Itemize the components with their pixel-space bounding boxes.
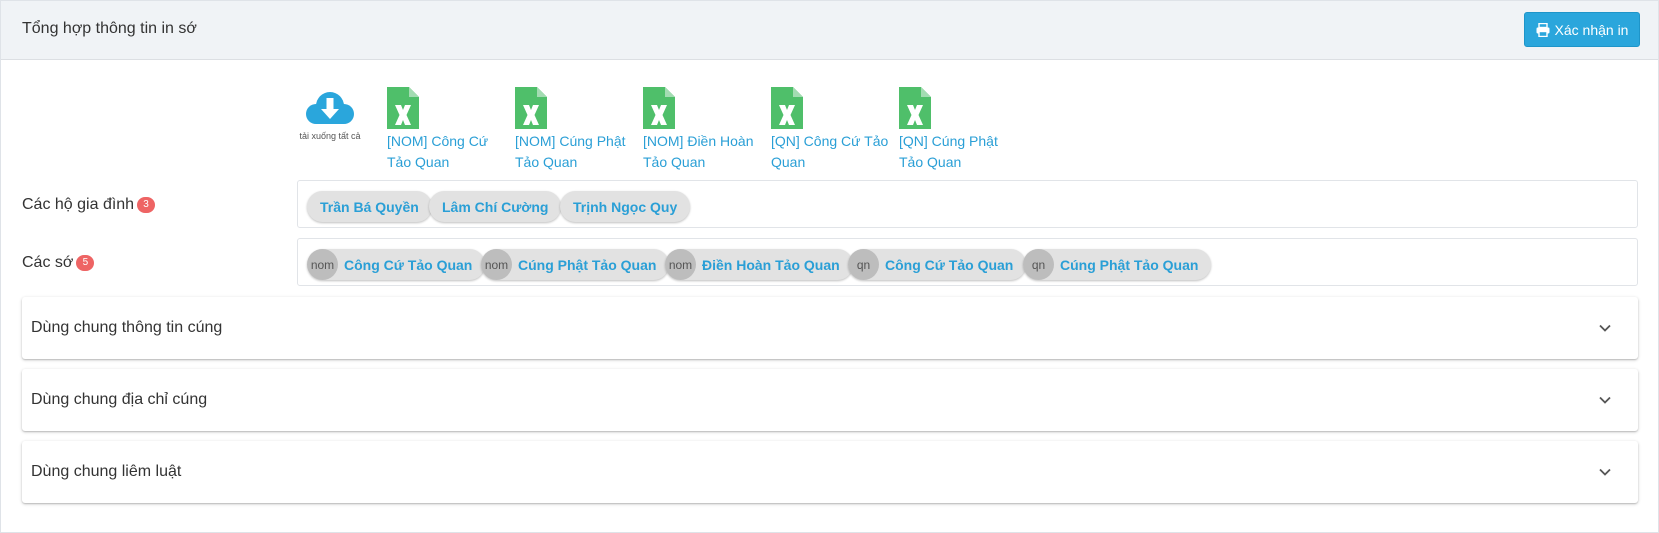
excel-file-icon — [899, 87, 1019, 129]
households-count-badge: 3 — [137, 197, 156, 213]
household-chip-label: Trần Bá Quyền — [320, 198, 419, 215]
file-label: [QN] Công Cứ Tảo Quan — [771, 133, 889, 170]
document-chip[interactable]: nom Công Cứ Tảo Quan — [307, 249, 486, 280]
document-chip[interactable]: nom Cúng Phật Tảo Quan — [481, 249, 670, 280]
document-chip-label: Cúng Phật Tảo Quan — [1060, 256, 1199, 273]
confirm-print-button[interactable]: Xác nhận in — [1524, 12, 1640, 47]
excel-file-icon — [643, 87, 763, 129]
confirm-print-label: Xác nhận in — [1554, 21, 1629, 38]
file-link-qn-cung-phat[interactable]: [QN] Cúng Phật Tảo Quan — [899, 87, 1019, 173]
file-link-nom-cong-cu[interactable]: [NOM] Công Cứ Tảo Quan — [387, 87, 507, 173]
accordion-title: Dùng chung liêm luật — [31, 463, 182, 480]
households-label-row: Các hộ gia đình 3 — [22, 196, 156, 214]
excel-file-icon — [387, 87, 507, 129]
document-chip-label: Công Cứ Tảo Quan — [344, 256, 473, 273]
household-chip[interactable]: Trịnh Ngọc Quy — [560, 191, 691, 222]
file-link-qn-cong-cu[interactable]: [QN] Công Cứ Tảo Quan — [771, 87, 891, 173]
chip-prefix-avatar: nom — [307, 249, 338, 280]
download-all-label: tải xuống tất cả — [299, 131, 361, 141]
accordion-shared-worship-info[interactable]: Dùng chung thông tin cúng — [22, 297, 1638, 359]
documents-label: Các sớ — [22, 254, 74, 271]
documents-count-badge: 5 — [76, 255, 95, 271]
chip-prefix-avatar: nom — [665, 249, 696, 280]
printer-icon — [1536, 22, 1550, 37]
chevron-down-icon[interactable] — [1598, 393, 1612, 412]
accordion-shared-worship-address[interactable]: Dùng chung địa chỉ cúng — [22, 369, 1638, 431]
excel-file-icon — [771, 87, 891, 129]
file-label: [NOM] Cúng Phật Tảo Quan — [515, 133, 626, 170]
accordion-title: Dùng chung địa chỉ cúng — [31, 391, 208, 408]
document-chip[interactable]: qn Cúng Phật Tảo Quan — [1023, 249, 1212, 280]
document-chip[interactable]: nom Điền Hoàn Tảo Quan — [665, 249, 853, 280]
chip-prefix-avatar: qn — [1023, 249, 1054, 280]
document-chip-label: Công Cứ Tảo Quan — [885, 256, 1014, 273]
accordion-title: Dùng chung thông tin cúng — [31, 319, 223, 336]
household-chip-label: Lâm Chí Cường — [442, 198, 549, 215]
chip-prefix-avatar: nom — [481, 249, 512, 280]
download-all-link[interactable]: tải xuống tất cả — [293, 89, 367, 141]
file-link-nom-dien-hoan[interactable]: [NOM] Điền Hoàn Tảo Quan — [643, 87, 763, 173]
households-tag-box[interactable]: Trần Bá Quyền Lâm Chí Cường Trịnh Ngọc Q… — [297, 180, 1638, 228]
excel-file-icon — [515, 87, 635, 129]
file-label: [NOM] Công Cứ Tảo Quan — [387, 133, 489, 170]
chip-prefix-avatar: qn — [848, 249, 879, 280]
file-link-nom-cung-phat[interactable]: [NOM] Cúng Phật Tảo Quan — [515, 87, 635, 173]
documents-label-row: Các sớ 5 — [22, 254, 95, 272]
page-title: Tổng hợp thông tin in sớ — [22, 20, 197, 37]
household-chip-label: Trịnh Ngọc Quy — [573, 198, 678, 215]
print-summary-panel: Tổng hợp thông tin in sớ Xác nhận in tải… — [0, 0, 1659, 533]
document-chip[interactable]: qn Công Cứ Tảo Quan — [848, 249, 1027, 280]
cloud-download-icon — [293, 89, 367, 129]
chevron-down-icon[interactable] — [1598, 321, 1612, 340]
document-chip-label: Cúng Phật Tảo Quan — [518, 256, 657, 273]
file-label: [NOM] Điền Hoàn Tảo Quan — [643, 133, 754, 170]
panel-header: Tổng hợp thông tin in sớ Xác nhận in — [1, 1, 1658, 60]
documents-tag-box[interactable]: nom Công Cứ Tảo Quan nom Cúng Phật Tảo Q… — [297, 238, 1638, 286]
document-chip-label: Điền Hoàn Tảo Quan — [702, 256, 840, 273]
household-chip[interactable]: Trần Bá Quyền — [307, 191, 432, 222]
file-label: [QN] Cúng Phật Tảo Quan — [899, 133, 998, 170]
households-label: Các hộ gia đình — [22, 196, 135, 213]
accordion-shared-rhyme-rules[interactable]: Dùng chung liêm luật — [22, 441, 1638, 503]
chevron-down-icon[interactable] — [1598, 465, 1612, 484]
household-chip[interactable]: Lâm Chí Cường — [429, 191, 562, 222]
